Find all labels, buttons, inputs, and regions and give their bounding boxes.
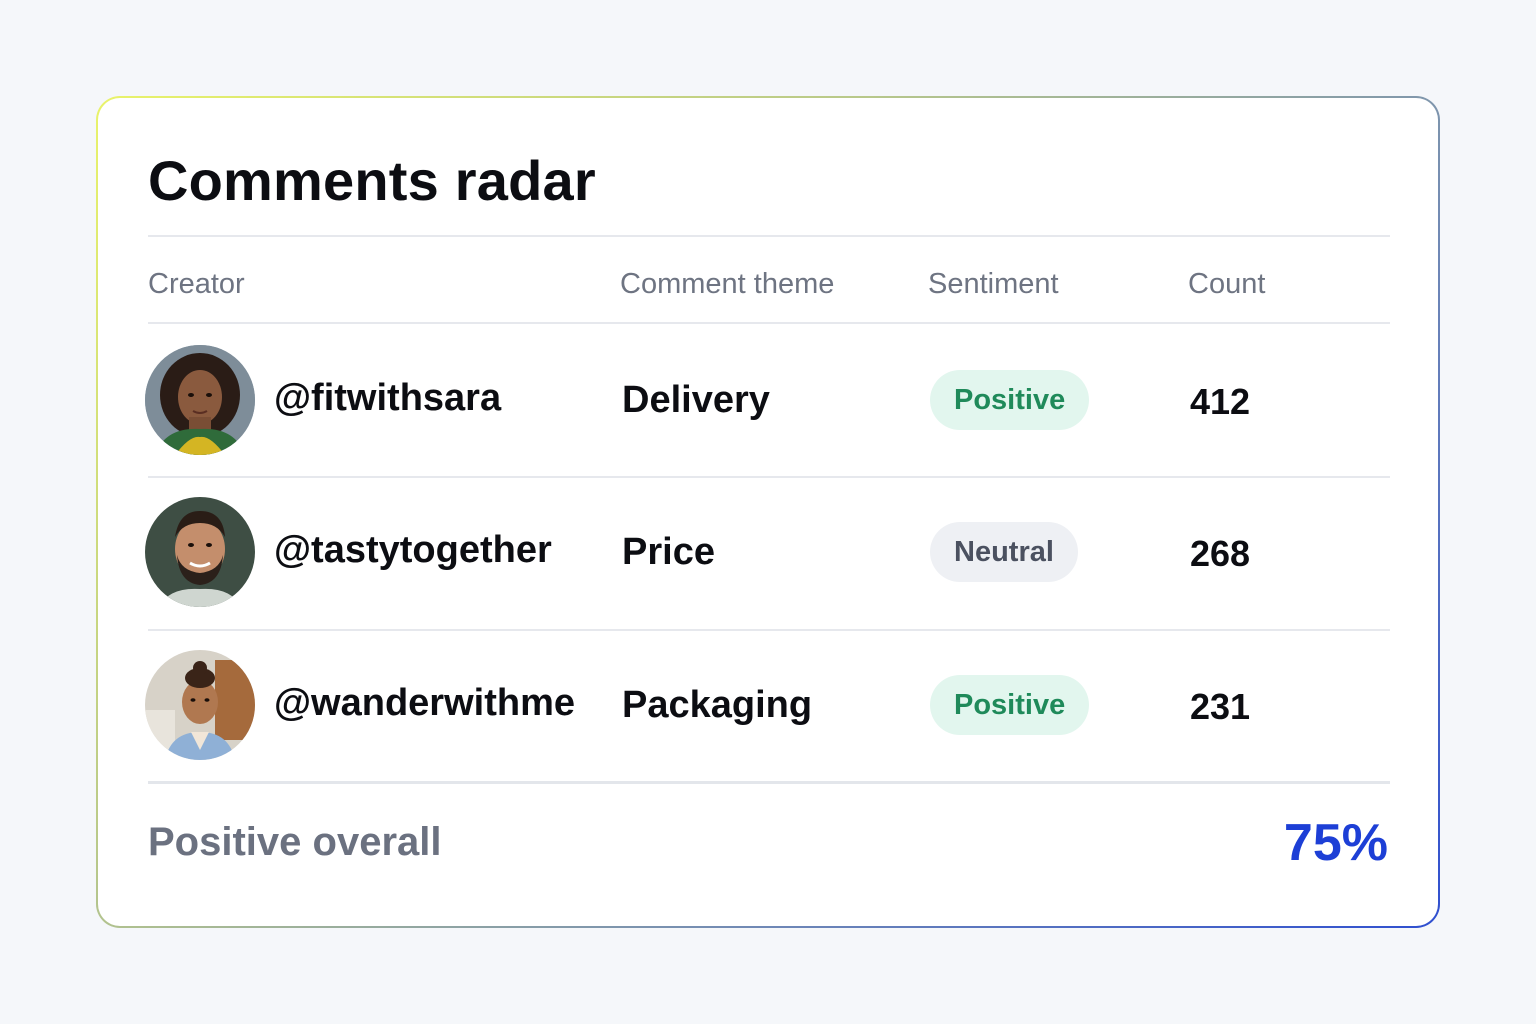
table-row[interactable]: @tastytogether Price Neutral 268	[98, 477, 1438, 627]
divider	[148, 781, 1390, 784]
avatar-photo-icon	[145, 497, 255, 607]
sentiment-badge: Neutral	[930, 522, 1078, 582]
avatar	[145, 345, 255, 455]
sentiment-badge: Positive	[930, 370, 1090, 430]
comment-count: 231	[1190, 686, 1251, 727]
column-header-creator[interactable]: Creator	[148, 268, 245, 301]
table-row[interactable]: @fitwithsara Delivery Positive 412	[98, 325, 1438, 475]
comment-theme: Price	[622, 531, 715, 573]
avatar	[145, 650, 255, 760]
table-row[interactable]: @wanderwithme Packaging Positive 231	[98, 630, 1438, 780]
comment-theme: Delivery	[622, 379, 770, 421]
positive-overall-label: Positive overall	[148, 820, 442, 864]
column-header-count[interactable]: Count	[1188, 268, 1265, 301]
positive-overall-value: 75%	[1283, 814, 1388, 872]
card-title: Comments radar	[148, 149, 596, 212]
avatar-photo-icon	[145, 345, 255, 455]
divider	[148, 322, 1390, 324]
comment-count: 412	[1190, 381, 1251, 422]
column-header-comment-theme[interactable]: Comment theme	[620, 268, 834, 301]
page: Comments radar Creator Comment theme Sen…	[0, 0, 1536, 1024]
column-header-sentiment[interactable]: Sentiment	[928, 268, 1059, 301]
avatar-photo-icon	[145, 650, 255, 760]
avatar	[145, 497, 255, 607]
creator-handle[interactable]: @wanderwithme	[274, 682, 575, 725]
card-body: Comments radar Creator Comment theme Sen…	[98, 98, 1438, 926]
divider	[148, 235, 1390, 237]
comments-radar-card: Comments radar Creator Comment theme Sen…	[96, 96, 1440, 928]
sentiment-badge: Positive	[930, 675, 1090, 735]
creator-handle[interactable]: @tastytogether	[274, 529, 552, 572]
comment-theme: Packaging	[622, 684, 813, 726]
creator-handle[interactable]: @fitwithsara	[274, 377, 501, 420]
comment-count: 268	[1190, 533, 1251, 574]
